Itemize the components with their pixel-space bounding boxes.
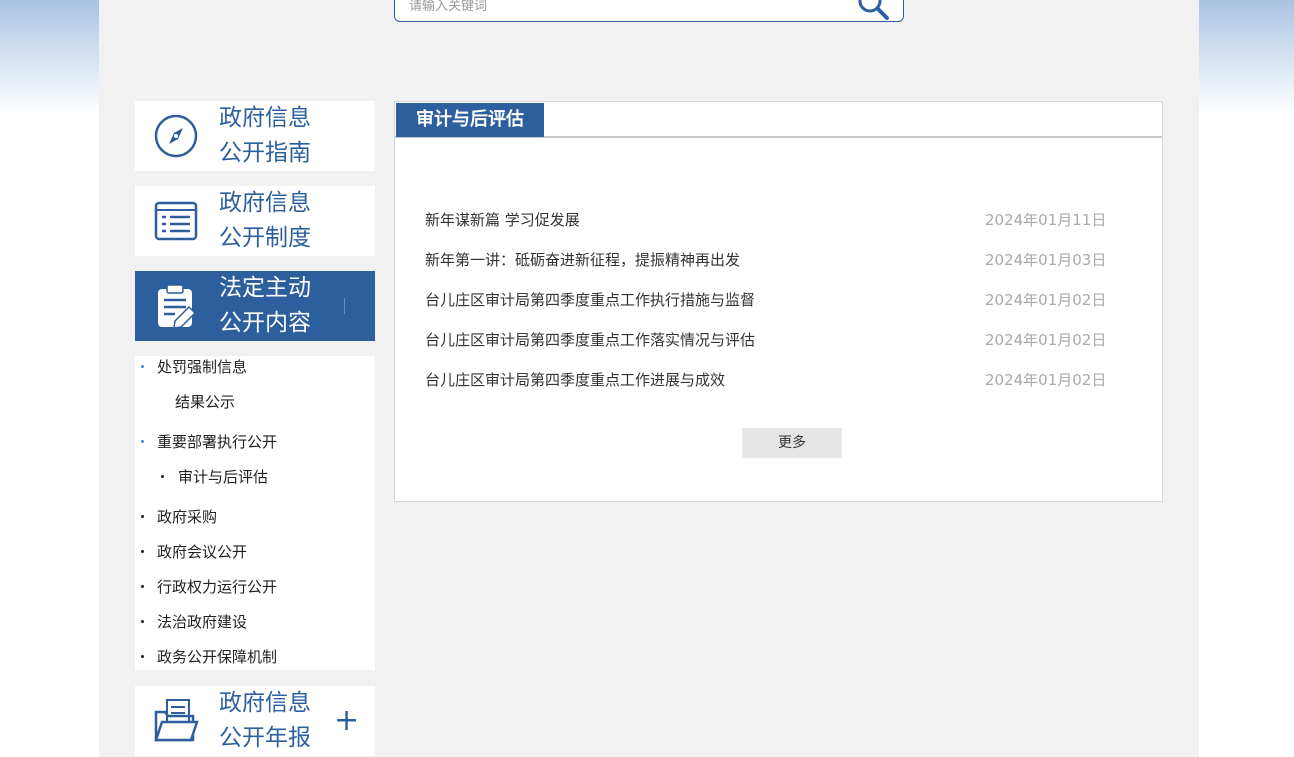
nav-card-annual-line2: 公开年报 — [219, 725, 311, 751]
subnav-item-safeguard[interactable]: 政务公开保障机制 — [157, 646, 277, 667]
nav-card-annual-label: 政府信息 公开年报 — [219, 686, 339, 756]
search-box[interactable]: 请输入关键词 — [394, 0, 904, 22]
bullet-icon — [141, 550, 144, 553]
subnav-item-meetings[interactable]: 政府会议公开 — [157, 541, 247, 562]
bullet-icon — [141, 585, 144, 588]
list-item[interactable]: 台儿庄区审计局第四季度重点工作落实情况与评估 2024年01月02日 — [425, 329, 1107, 353]
tab-audit[interactable]: 审计与后评估 — [396, 103, 544, 137]
subnav-panel: 处罚强制信息 结果公示 重要部署执行公开 审计与后评估 政府采购 政府会议公开 … — [135, 356, 375, 670]
nav-card-annual-line1: 政府信息 — [219, 690, 311, 716]
news-title[interactable]: 台儿庄区审计局第四季度重点工作进展与成效 — [425, 369, 725, 390]
bullet-icon — [141, 365, 144, 368]
search-icon[interactable] — [855, 0, 891, 21]
news-title[interactable]: 台儿庄区审计局第四季度重点工作执行措施与监督 — [425, 289, 755, 310]
subnav-item-penalty[interactable]: 处罚强制信息 — [157, 356, 247, 377]
panel-tab-bar: 审计与后评估 — [395, 102, 1162, 138]
news-date: 2024年01月02日 — [985, 371, 1107, 389]
news-date: 2024年01月02日 — [985, 291, 1107, 309]
nav-card-guide-line2: 公开指南 — [219, 140, 311, 166]
folder-document-icon — [154, 699, 199, 742]
subnav-item-deployment[interactable]: 重要部署执行公开 — [157, 431, 277, 452]
page-container: 请输入关键词 政府信息 公开指南 政府信息 公开制度 法定主动 公开内容 处罚强… — [99, 0, 1199, 757]
news-date: 2024年01月03日 — [985, 251, 1107, 269]
content-panel: 审计与后评估 新年谋新篇 学习促发展 2024年01月11日 新年第一讲：砥砺奋… — [394, 101, 1163, 502]
more-button[interactable]: 更多 — [742, 428, 842, 458]
document-list-icon — [154, 201, 198, 241]
nav-card-statutory-line1: 法定主动 — [219, 275, 311, 301]
news-title[interactable]: 新年谋新篇 学习促发展 — [425, 209, 580, 230]
nav-card-system[interactable]: 政府信息 公开制度 — [135, 186, 375, 256]
nav-card-guide[interactable]: 政府信息 公开指南 — [135, 101, 375, 171]
bullet-icon — [141, 655, 144, 658]
nav-card-system-line1: 政府信息 — [219, 190, 311, 216]
bullet-icon — [141, 515, 144, 518]
list-item[interactable]: 新年第一讲：砥砺奋进新征程，提振精神再出发 2024年01月03日 — [425, 249, 1107, 273]
subnav-item-audit[interactable]: 审计与后评估 — [178, 466, 268, 487]
bullet-icon — [161, 475, 164, 478]
nav-card-statutory-line2: 公开内容 — [219, 310, 311, 336]
bullet-icon — [141, 440, 144, 443]
news-date: 2024年01月11日 — [985, 211, 1107, 229]
nav-card-system-line2: 公开制度 — [219, 225, 311, 251]
news-date: 2024年01月02日 — [985, 331, 1107, 349]
subnav-item-procurement[interactable]: 政府采购 — [157, 506, 217, 527]
nav-card-statutory[interactable]: 法定主动 公开内容 — [135, 271, 375, 341]
nav-card-guide-label: 政府信息 公开指南 — [219, 101, 339, 171]
news-title[interactable]: 新年第一讲：砥砺奋进新征程，提振精神再出发 — [425, 249, 740, 270]
list-item[interactable]: 台儿庄区审计局第四季度重点工作进展与成效 2024年01月02日 — [425, 369, 1107, 393]
bullet-icon — [141, 620, 144, 623]
subnav-item-results[interactable]: 结果公示 — [175, 391, 235, 412]
clipboard-edit-icon — [158, 284, 197, 329]
nav-card-statutory-label: 法定主动 公开内容 — [219, 271, 339, 341]
compass-icon — [154, 114, 198, 158]
nav-card-guide-line1: 政府信息 — [219, 105, 311, 131]
collapse-indicator[interactable] — [344, 298, 345, 314]
search-input[interactable]: 请输入关键词 — [409, 0, 487, 14]
nav-card-system-label: 政府信息 公开制度 — [219, 186, 339, 256]
list-item[interactable]: 台儿庄区审计局第四季度重点工作执行措施与监督 2024年01月02日 — [425, 289, 1107, 313]
news-title[interactable]: 台儿庄区审计局第四季度重点工作落实情况与评估 — [425, 329, 755, 350]
list-item[interactable]: 新年谋新篇 学习促发展 2024年01月11日 — [425, 209, 1107, 233]
subnav-item-rule-of-law[interactable]: 法治政府建设 — [157, 611, 247, 632]
subnav-item-power[interactable]: 行政权力运行公开 — [157, 576, 277, 597]
expand-plus-icon[interactable]: + — [334, 706, 359, 736]
nav-card-annual[interactable]: 政府信息 公开年报 + — [135, 686, 375, 756]
